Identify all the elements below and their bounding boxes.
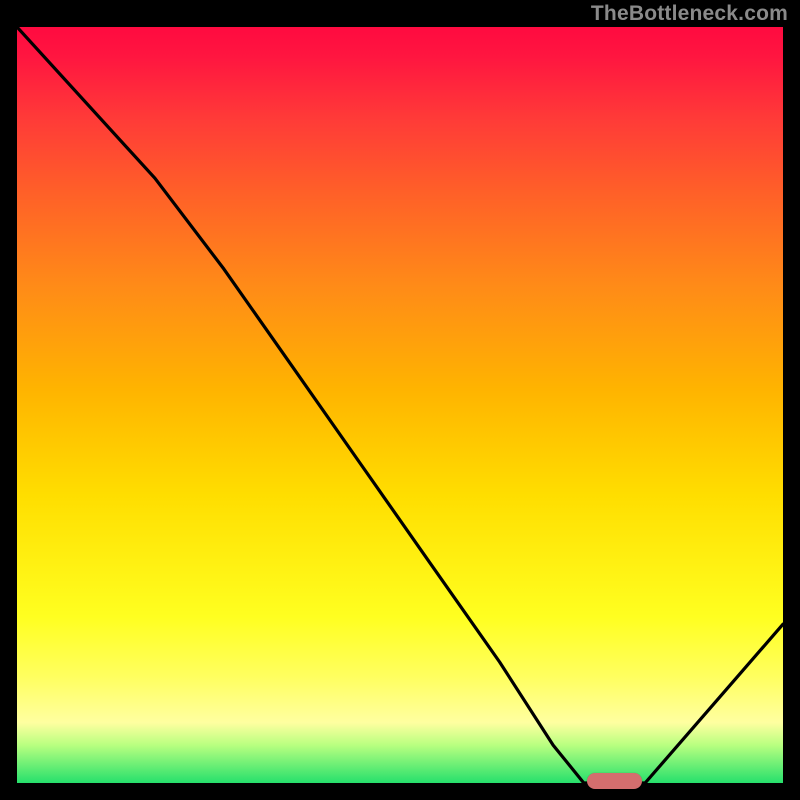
watermark-text: TheBottleneck.com [591, 2, 788, 26]
chart-frame: { "watermark": "TheBottleneck.com", "mar… [0, 0, 800, 800]
optimal-marker [587, 773, 642, 789]
plot-area [17, 27, 783, 783]
bottleneck-curve [17, 27, 783, 783]
